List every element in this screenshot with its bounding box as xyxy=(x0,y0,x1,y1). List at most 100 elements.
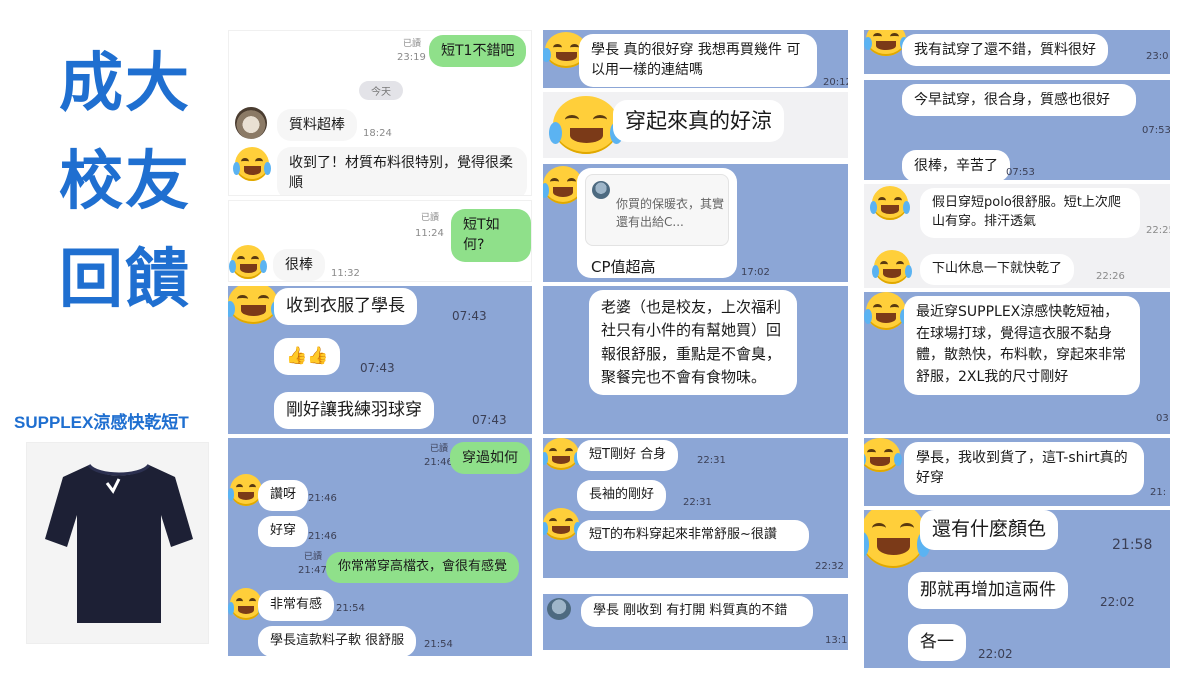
timestamp: 21:54 xyxy=(424,639,453,650)
timestamp: 22:31 xyxy=(697,455,726,466)
message-bubble: 收到衣服了學長 xyxy=(274,288,417,325)
title-line-1: 成大 xyxy=(59,47,191,121)
chat-panel-12: 今早試穿，很合身，質感也很好 07:53 很棒，辛苦了 07:53 xyxy=(864,80,1170,180)
read-receipt: 已讀 xyxy=(429,444,448,454)
timestamp: 11:32 xyxy=(331,268,360,279)
laughing-emoji-icon xyxy=(229,245,268,279)
message-bubble: 短T的布料穿起來非常舒服~很讚 xyxy=(577,520,809,551)
timestamp: 22:26 xyxy=(1096,271,1125,282)
message-bubble: 各一 xyxy=(908,624,966,661)
message-bubble: 很棒 xyxy=(273,249,325,281)
timestamp: 22:25 xyxy=(1146,225,1170,236)
laughing-emoji-icon xyxy=(549,96,623,154)
message-bubble: 收到了！材質布料很特別，覺得很柔順 xyxy=(277,147,527,195)
read-receipt: 已讀 xyxy=(303,552,322,562)
timestamp: 07:43 xyxy=(472,413,507,427)
laughing-emoji-icon xyxy=(543,508,582,540)
chat-panel-11: 我有試穿了還不錯，質料很好 23:0 xyxy=(864,30,1170,74)
chat-panel-9: 短T剛好 合身 22:31 長袖的剛好 22:31 短T的布料穿起來非常舒服~很… xyxy=(543,438,848,578)
timestamp: 21: xyxy=(1150,487,1167,498)
chat-panel-7: 你買的保暖衣，其實還有出給C... CP值超高 17:02 xyxy=(543,164,848,282)
timestamp: 07:43 xyxy=(452,309,487,323)
chat-panel-1: 已讀 23:19 短T1不錯吧 今天 質料超棒 18:24 收到了！材質布料很特… xyxy=(228,30,532,196)
read-receipt: 已讀 xyxy=(420,213,439,223)
laughing-emoji-icon xyxy=(864,510,930,568)
timestamp: 22:02 xyxy=(1100,595,1135,609)
chat-panel-14: 最近穿SUPPLEX涼感快乾短袖，在球場打球，覺得這衣服不黏身體，散熱快，布料軟… xyxy=(864,292,1170,434)
timestamp: 07:53 xyxy=(1142,125,1170,136)
message-bubble: 剛好讓我練羽球穿 xyxy=(274,392,434,429)
laughing-emoji-icon xyxy=(232,147,272,181)
message-bubble: 非常有感 xyxy=(258,590,335,621)
timestamp: 23:0 xyxy=(1146,51,1169,62)
timestamp: 21:47 xyxy=(298,565,327,576)
timestamp: 18:24 xyxy=(363,128,392,139)
laughing-emoji-icon xyxy=(864,292,909,330)
avatar xyxy=(592,181,610,199)
timestamp: 23:19 xyxy=(397,52,426,63)
laughing-emoji-icon xyxy=(864,438,903,472)
timestamp: 07:43 xyxy=(360,361,395,375)
message-bubble: 今早試穿，很合身，質感也很好 xyxy=(902,84,1136,117)
chat-panel-6: 穿起來真的好涼 xyxy=(543,92,848,158)
laughing-emoji-icon xyxy=(543,438,582,470)
laughing-emoji-icon xyxy=(228,286,281,324)
timestamp: 21:46 xyxy=(424,457,453,468)
chat-panel-16: 還有什麼顏色 21:58 那就再增加這兩件 22:02 各一 22:02 xyxy=(864,510,1170,668)
message-bubble: 短T剛好 合身 xyxy=(577,440,679,471)
quoted-message: 你買的保暖衣，其實還有出給C... xyxy=(585,174,729,246)
message-bubble: 最近穿SUPPLEX涼感快乾短袖，在球場打球，覺得這衣服不黏身體，散熱快，布料軟… xyxy=(904,296,1140,395)
message-bubble-sent: 你常常穿高檔衣，會很有感覺 xyxy=(326,552,520,583)
laughing-emoji-icon xyxy=(869,186,911,220)
message-bubble: 假日穿短polo很舒服。短t上次爬山有穿。排汗透氣 xyxy=(920,188,1140,238)
chat-panel-4: 已讀 21:46 穿過如何 讚呀 21:46 好穿 21:46 已讀 21:47… xyxy=(228,438,532,656)
date-divider: 今天 xyxy=(359,81,403,100)
timestamp: 07:53 xyxy=(1006,167,1035,178)
message-bubble-sent: 穿過如何 xyxy=(450,442,530,475)
laughing-emoji-icon xyxy=(864,30,909,56)
message-bubble: 很棒，辛苦了 xyxy=(902,150,1010,180)
message-bubble: 長袖的剛好 xyxy=(577,480,667,511)
timestamp: 21:46 xyxy=(308,531,337,542)
avatar xyxy=(235,107,267,139)
chat-panel-13: 假日穿短polo很舒服。短t上次爬山有穿。排汗透氣 22:25 下山休息一下就快… xyxy=(864,184,1170,288)
chat-panel-5: 學長 真的很好穿 我想再買幾件 可以用一樣的連結嗎 20:12 xyxy=(543,30,848,88)
message-bubble: 穿起來真的好涼 xyxy=(613,100,784,143)
message-bubble: 還有什麼顏色 xyxy=(920,510,1059,550)
message-bubble: 學長 剛收到 有打開 料質真的不錯 xyxy=(581,596,813,627)
chat-panel-15: 學長，我收到貨了，這T-shirt真的好穿 21: xyxy=(864,438,1170,506)
chat-panel-2: 已讀 11:24 短T如何? 很棒 11:32 xyxy=(228,200,532,282)
message-bubble: 好穿 xyxy=(258,516,309,547)
read-receipt: 已讀 xyxy=(402,39,421,49)
timestamp: 22:31 xyxy=(683,497,712,508)
timestamp: 21:46 xyxy=(308,493,337,504)
message-bubble-sent: 短T如何? xyxy=(451,209,531,262)
message-bubble-sent: 短T1不錯吧 xyxy=(429,35,527,68)
product-image xyxy=(26,442,209,644)
timestamp: 21:58 xyxy=(1112,537,1153,553)
message-bubble: 我有試穿了還不錯，質料很好 xyxy=(902,34,1108,67)
laughing-emoji-icon xyxy=(228,474,264,506)
avatar xyxy=(547,598,571,620)
message-bubble: 那就再增加這兩件 xyxy=(908,572,1068,609)
message-bubble: 讚呀 xyxy=(258,480,309,511)
title-line-3: 回饋 xyxy=(59,243,191,317)
message-text: CP值超高 xyxy=(591,258,656,276)
laughing-emoji-icon xyxy=(871,250,913,284)
product-name: SUPPLEX涼感快乾短T xyxy=(14,413,189,432)
timestamp: 11:24 xyxy=(415,228,444,239)
message-bubble: 學長 真的很好穿 我想再買幾件 可以用一樣的連結嗎 xyxy=(579,34,817,87)
title-line-2: 校友 xyxy=(59,145,191,219)
timestamp: 22:02 xyxy=(978,647,1013,661)
timestamp: 21:54 xyxy=(336,603,365,614)
quoted-text: 你買的保暖衣，其實還有出給C... xyxy=(616,197,725,229)
message-bubble: 下山休息一下就快乾了 xyxy=(920,254,1075,285)
timestamp: 22:32 xyxy=(815,561,844,572)
message-bubble: 學長這款料子軟 很舒服 xyxy=(258,626,417,656)
timestamp: 03 xyxy=(1156,413,1169,424)
chat-panel-10: 學長 剛收到 有打開 料質真的不錯 13:1 xyxy=(543,594,848,650)
chat-panel-3: 收到衣服了學長 07:43 👍👍 07:43 剛好讓我練羽球穿 07:43 xyxy=(228,286,532,434)
message-bubble: 質料超棒 xyxy=(277,109,357,142)
timestamp: 17:02 xyxy=(741,267,770,278)
message-bubble: 👍👍 xyxy=(274,338,341,375)
